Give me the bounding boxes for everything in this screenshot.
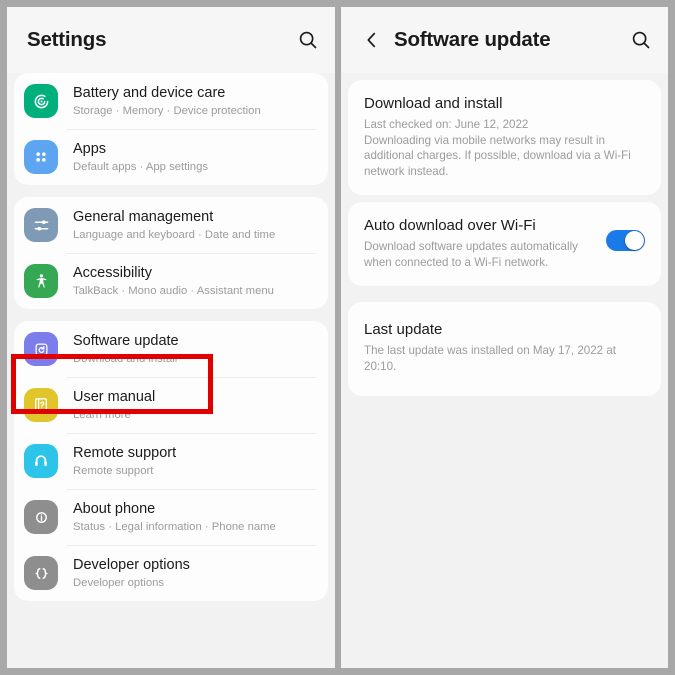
sidebar-item-text: Remote support Remote support <box>73 444 176 478</box>
sidebar-item-user-manual[interactable]: User manual Learn more <box>14 377 328 433</box>
sidebar-item-remote-support[interactable]: Remote support Remote support <box>14 433 328 489</box>
settings-screen: Settings Battery and device care Storage… <box>7 7 335 668</box>
sidebar-item-text: User manual Learn more <box>73 388 155 422</box>
sidebar-item-label: About phone <box>73 501 156 517</box>
sliders-icon <box>24 208 58 242</box>
sidebar-item-general-management[interactable]: General management Language and keyboard… <box>14 197 328 253</box>
sidebar-item-label: Developer options <box>73 557 190 573</box>
sidebar-item-text: General management Language and keyboard… <box>73 208 275 242</box>
sidebar-item-developer-options[interactable]: Developer options Developer options <box>14 545 328 601</box>
sidebar-item-label: User manual <box>73 389 156 405</box>
download-and-install-description: Downloading via mobile networks may resu… <box>364 133 631 178</box>
developer-options-brackets-icon <box>24 556 58 590</box>
sidebar-item-text: About phone Status · Legal information ·… <box>73 500 276 534</box>
sidebar-item-text: Software update Download and install <box>73 332 179 366</box>
download-and-install-text: Download and install Last checked on: Ju… <box>364 94 645 179</box>
settings-group-3: Software update Download and install Use… <box>14 321 328 601</box>
sidebar-item-subtitle: Storage · Memory · Device protection <box>73 105 261 117</box>
sidebar-item-subtitle: Default apps · App settings <box>73 161 209 173</box>
toggle-knob <box>625 231 644 250</box>
auto-download-text: Auto download over Wi-Fi Download softwa… <box>364 216 596 270</box>
accessibility-person-icon <box>24 264 58 298</box>
sidebar-item-apps[interactable]: Apps Default apps · App settings <box>14 129 328 185</box>
sidebar-item-subtitle: Remote support <box>73 465 154 477</box>
software-update-screen: Software update Download and install Las… <box>341 7 668 668</box>
auto-download-title: Auto download over Wi-Fi <box>364 217 536 234</box>
sidebar-item-subtitle: TalkBack · Mono audio · Assistant menu <box>73 285 274 297</box>
auto-download-toggle[interactable] <box>606 230 645 251</box>
sidebar-item-label: General management <box>73 209 214 225</box>
sidebar-item-label: Apps <box>73 141 107 157</box>
sidebar-item-software-update[interactable]: Software update Download and install <box>14 321 328 377</box>
sidebar-item-text: Apps Default apps · App settings <box>73 140 208 174</box>
group-separator <box>7 309 335 321</box>
download-and-install-title: Download and install <box>364 95 503 112</box>
auto-download-card[interactable]: Auto download over Wi-Fi Download softwa… <box>348 202 661 286</box>
sidebar-item-subtitle: Language and keyboard · Date and time <box>73 229 276 241</box>
sidebar-item-label: Remote support <box>73 445 177 461</box>
search-icon[interactable] <box>630 29 652 51</box>
page-title: Software update <box>394 28 551 51</box>
last-update-title: Last update <box>364 321 443 338</box>
last-update-card: Last update The last update was installe… <box>348 302 661 396</box>
last-update-description: The last update was installed on May 17,… <box>364 344 616 373</box>
sidebar-item-subtitle: Developer options <box>73 577 165 589</box>
software-update-refresh-icon <box>24 332 58 366</box>
sidebar-item-text: Developer options Developer options <box>73 556 190 590</box>
page-title: Settings <box>27 28 107 51</box>
screenshot-root: Settings Battery and device care Storage… <box>0 0 675 675</box>
group-separator <box>7 185 335 197</box>
apps-grid-icon <box>24 140 58 174</box>
sidebar-item-label: Battery and device care <box>73 85 226 101</box>
sidebar-item-label: Software update <box>73 333 179 349</box>
chevron-left-icon[interactable] <box>361 29 383 51</box>
settings-group-2: General management Language and keyboard… <box>14 197 328 309</box>
user-manual-book-icon <box>24 388 58 422</box>
settings-header: Settings <box>7 7 335 73</box>
sidebar-item-text: Battery and device care Storage · Memory… <box>73 84 261 118</box>
remote-support-headset-icon <box>24 444 58 478</box>
sidebar-item-text: Accessibility TalkBack · Mono audio · As… <box>73 264 274 298</box>
last-checked-text: Last checked on: June 12, 2022 <box>364 118 529 131</box>
sidebar-item-subtitle: Learn more <box>73 409 131 421</box>
sidebar-item-about-phone[interactable]: About phone Status · Legal information ·… <box>14 489 328 545</box>
card-separator <box>341 195 668 202</box>
software-update-header: Software update <box>341 7 668 73</box>
download-and-install-card[interactable]: Download and install Last checked on: Ju… <box>348 80 661 195</box>
battery-device-care-icon <box>24 84 58 118</box>
auto-download-description: Download software updates automatically … <box>364 240 578 269</box>
section-separator <box>341 286 668 302</box>
sidebar-item-subtitle: Status · Legal information · Phone name <box>73 521 276 533</box>
search-icon[interactable] <box>297 29 319 51</box>
about-phone-info-icon <box>24 500 58 534</box>
last-update-text: Last update The last update was installe… <box>364 320 645 374</box>
sidebar-item-accessibility[interactable]: Accessibility TalkBack · Mono audio · As… <box>14 253 328 309</box>
settings-group-1: Battery and device care Storage · Memory… <box>14 73 328 185</box>
sidebar-item-battery-device-care[interactable]: Battery and device care Storage · Memory… <box>14 73 328 129</box>
sidebar-item-subtitle: Download and install <box>73 353 178 365</box>
top-spacer <box>341 73 668 80</box>
sidebar-item-label: Accessibility <box>73 265 152 281</box>
